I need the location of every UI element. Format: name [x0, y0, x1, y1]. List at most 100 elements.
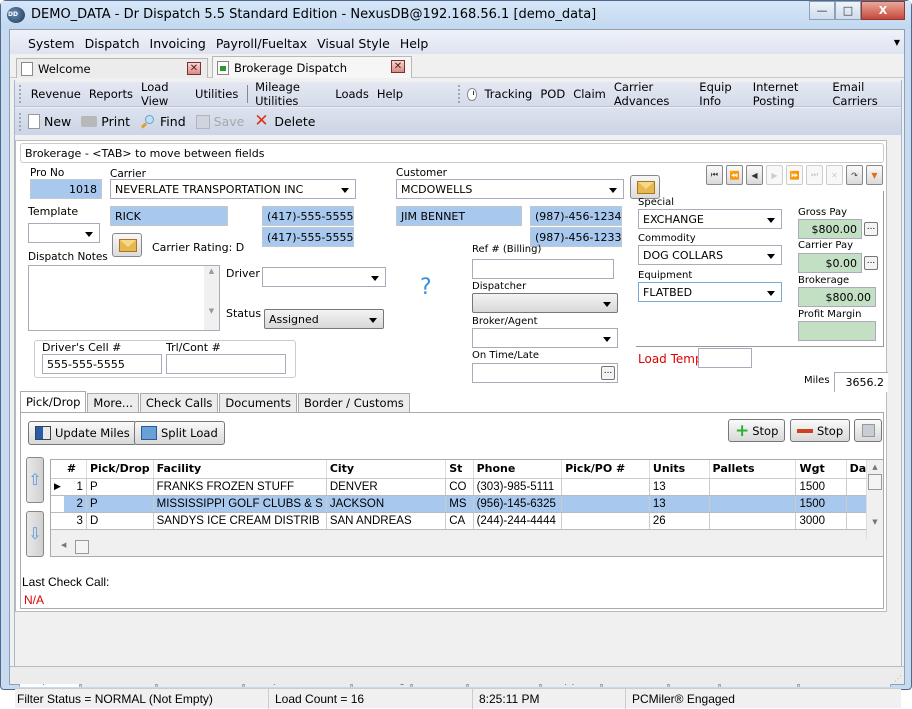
cell-pd[interactable]: D	[86, 512, 154, 530]
column-header[interactable]: Facility	[153, 460, 327, 479]
cell-st[interactable]: CA	[445, 512, 474, 530]
template-dropdown[interactable]	[28, 223, 100, 243]
pro-no-field[interactable]: 1018	[30, 179, 102, 199]
table-row[interactable]: ▶ 1 P FRANKS FROZEN STUFF DENVER CO (303)-985-…	[51, 478, 884, 496]
dispatcher-dropdown[interactable]	[472, 293, 618, 313]
carrier-pay-ellipsis-button[interactable]: ...	[864, 256, 878, 270]
remove-stop-button[interactable]: Stop	[790, 419, 851, 442]
menu-invoicing[interactable]: Invoicing	[146, 36, 210, 51]
grid-horizontal-scrollbar[interactable]: ◀	[51, 539, 867, 556]
scroll-down-icon[interactable]: ▼	[867, 518, 883, 526]
menu-visual-style[interactable]: Visual Style	[313, 36, 394, 51]
toolbar-loads[interactable]: Loads	[332, 87, 372, 101]
maximize-button[interactable]: □	[835, 1, 861, 20]
scroll-thumb[interactable]	[868, 474, 882, 490]
column-header[interactable]: Units	[649, 460, 710, 479]
cell-po[interactable]	[561, 495, 650, 513]
prior-page-icon[interactable]: ⏪	[726, 165, 743, 185]
commodity-dropdown[interactable]: DOG COLLARS	[638, 245, 782, 265]
minimize-button[interactable]: —	[809, 1, 835, 20]
column-header[interactable]: Pick/Drop	[86, 460, 154, 479]
new-button[interactable]: New	[28, 114, 71, 129]
scroll-up-icon[interactable]: ▲	[867, 460, 883, 474]
save-stops-button[interactable]	[854, 419, 882, 442]
cancel-edit-icon[interactable]: ✕	[826, 165, 843, 185]
next-record-icon[interactable]: ▶	[766, 165, 783, 185]
first-record-icon[interactable]: ⏮	[706, 165, 723, 185]
toolbar-pod[interactable]: POD	[537, 87, 568, 101]
cell-pallets[interactable]	[709, 478, 797, 496]
tab-documents[interactable]: Documents	[219, 393, 297, 412]
toolbar-carrier-advances[interactable]: Carrier Advances	[611, 80, 694, 108]
cell-facility[interactable]: MISSISSIPPI GOLF CLUBS & S	[153, 495, 327, 513]
toolbar-load-view[interactable]: Load View	[138, 80, 190, 108]
column-header[interactable]: St	[445, 460, 474, 479]
cell-phone[interactable]: (244)-244-4444	[473, 512, 563, 530]
scroll-thumb[interactable]	[75, 540, 89, 554]
add-stop-button[interactable]: + Stop	[728, 419, 786, 442]
cell-po[interactable]	[561, 512, 650, 530]
drivers-cell-field[interactable]: 555-555-5555	[42, 354, 162, 374]
toolbar-grip[interactable]	[19, 85, 22, 103]
cell-pallets[interactable]	[709, 495, 797, 513]
refresh-icon[interactable]: ↷	[846, 165, 863, 185]
cell-po[interactable]	[561, 478, 650, 496]
column-header[interactable]: Wgt	[795, 460, 847, 479]
row-indicator-icon[interactable]: ▶	[51, 478, 64, 496]
last-record-icon[interactable]: ⏭	[806, 165, 823, 185]
delete-button[interactable]: ✕ Delete	[254, 112, 315, 130]
table-row[interactable]: 3 D SANDYS ICE CREAM DISTRIB SAN ANDREAS CA(…	[51, 512, 884, 530]
toolbar-reports[interactable]: Reports	[86, 87, 136, 101]
carrier-contact-field[interactable]: RICK	[110, 206, 228, 226]
move-down-button[interactable]: ⇩	[26, 511, 44, 557]
column-header[interactable]: Phone	[473, 460, 563, 479]
filter-icon[interactable]: ▼	[866, 165, 883, 185]
equipment-dropdown[interactable]: FLATBED	[638, 282, 782, 302]
customer-phone1-field[interactable]: (987)-456-1234	[530, 206, 622, 226]
customer-contact-field[interactable]: JIM BENNET	[396, 206, 522, 226]
doc-tab-welcome[interactable]: Welcome ✕	[16, 58, 208, 78]
cell-city[interactable]: JACKSON	[326, 495, 447, 513]
menu-overflow-icon[interactable]: ▼	[894, 38, 900, 47]
broker-agent-dropdown[interactable]	[472, 328, 618, 348]
row-indicator-icon[interactable]	[51, 512, 64, 530]
resize-grip-icon[interactable]: ⋰	[894, 674, 902, 683]
doc-tab-brokerage-dispatch[interactable]: Brokerage Dispatch ✕	[212, 56, 412, 78]
cell-st[interactable]: MS	[445, 495, 474, 513]
cell-phone[interactable]: (956)-145-6325	[473, 495, 563, 513]
cell-facility[interactable]: SANDYS ICE CREAM DISTRIB	[153, 512, 327, 530]
menu-dispatch[interactable]: Dispatch	[81, 36, 144, 51]
column-header[interactable]: #	[63, 460, 87, 479]
toolbar-tracking[interactable]: Tracking	[481, 87, 535, 101]
cell-num[interactable]: 2	[63, 495, 87, 513]
toolbar-equip-info[interactable]: Equip Info	[696, 80, 747, 108]
tab-more[interactable]: More...	[87, 393, 139, 412]
cell-city[interactable]: SAN ANDREAS	[326, 512, 447, 530]
close-button[interactable]: X	[861, 1, 905, 20]
ref-billing-field[interactable]	[472, 259, 614, 279]
cell-facility[interactable]: FRANKS FROZEN STUFF	[153, 478, 327, 496]
scroll-left-icon[interactable]: ◀	[61, 541, 66, 549]
cell-units[interactable]: 13	[649, 495, 710, 513]
carrier-dropdown[interactable]: NEVERLATE TRANSPORTATION INC	[110, 179, 356, 199]
menu-system[interactable]: System	[24, 36, 79, 51]
carrier-phone2-field[interactable]: (417)-555-5555	[262, 227, 354, 247]
cell-num[interactable]: 3	[63, 512, 87, 530]
help-question-icon[interactable]: ?	[420, 275, 432, 300]
move-up-button[interactable]: ⇧	[26, 457, 44, 503]
close-tab-icon[interactable]: ✕	[187, 62, 201, 75]
tab-pick-drop[interactable]: Pick/Drop	[20, 391, 87, 412]
row-indicator-icon[interactable]	[51, 495, 64, 513]
toolbar-claim[interactable]: Claim	[570, 87, 609, 101]
on-time-late-field[interactable]	[472, 363, 618, 383]
toolbar-grip[interactable]	[19, 112, 22, 131]
column-header[interactable]: Pick/PO #	[561, 460, 650, 479]
menu-payroll-fueltax[interactable]: Payroll/Fueltax	[212, 36, 311, 51]
toolbar-help[interactable]: Help	[374, 87, 406, 101]
cell-pd[interactable]: P	[86, 478, 154, 496]
cell-city[interactable]: DENVER	[326, 478, 447, 496]
cell-wgt[interactable]: 1500	[795, 478, 847, 496]
cell-pd[interactable]: P	[86, 495, 154, 513]
special-dropdown[interactable]: EXCHANGE	[638, 209, 782, 229]
cell-phone[interactable]: (303)-985-5111	[473, 478, 563, 496]
